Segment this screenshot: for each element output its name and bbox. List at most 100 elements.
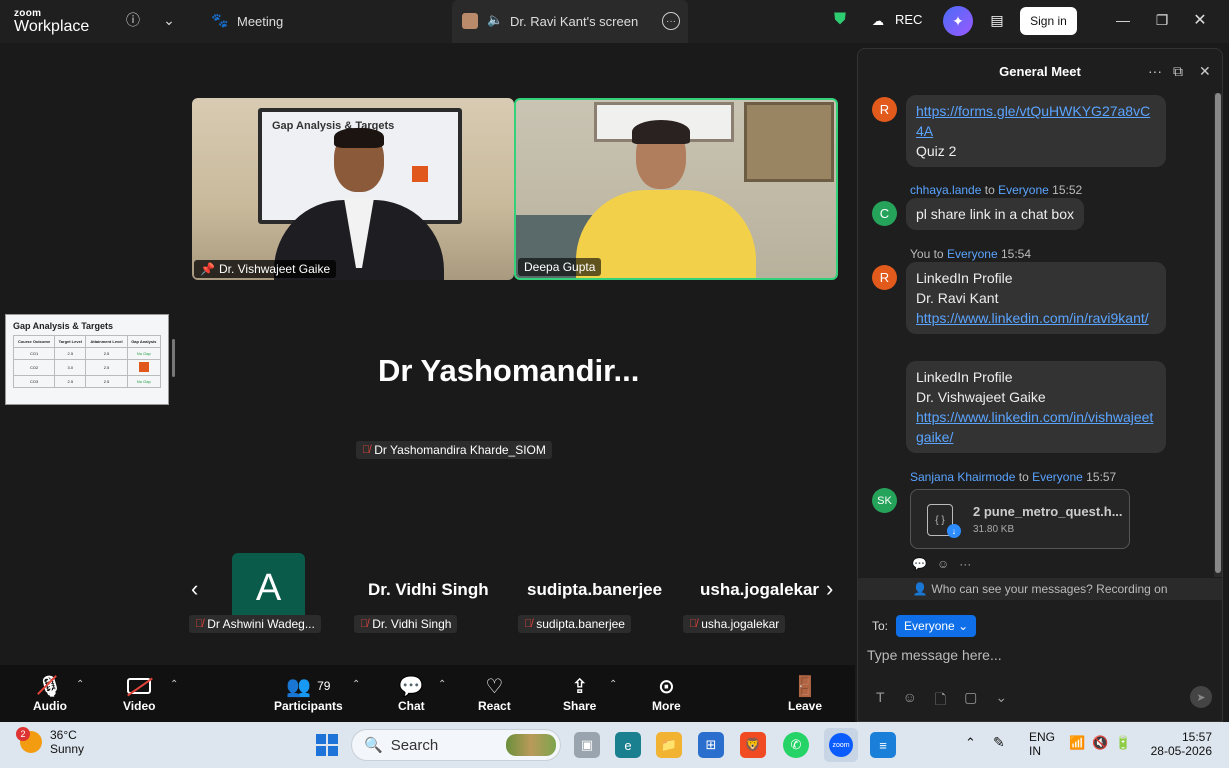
strip-prev-arrow[interactable]: ‹ <box>191 576 198 602</box>
layout-icon[interactable]: ▤ <box>986 9 1008 31</box>
download-icon[interactable]: ↓ <box>947 524 961 538</box>
screenshot-icon[interactable]: ▢ <box>964 689 977 713</box>
pop-out-icon[interactable]: ⧉ <box>1173 63 1183 80</box>
weather-widget[interactable]: 2 36°C Sunny <box>16 727 84 756</box>
chevron-down-icon[interactable]: ⌄ <box>158 9 180 31</box>
participants-caret-icon[interactable]: ⌃ <box>352 679 360 690</box>
meeting-label[interactable]: Meeting <box>237 14 283 29</box>
more-button[interactable]: ⊙ More <box>652 673 681 714</box>
whatsapp-icon[interactable]: ✆ <box>783 732 809 758</box>
show-hidden-icons[interactable]: ⌃ <box>965 736 976 750</box>
send-button[interactable]: ➤ <box>1190 686 1212 708</box>
mic-off-icon: 🎙̸ <box>362 444 371 456</box>
add-reaction-icon[interactable]: ☺ <box>937 557 949 571</box>
ai-companion-icon[interactable]: ✦ <box>943 6 973 36</box>
shared-screen-tab[interactable]: 🔈 Dr. Ravi Kant's screen ··· <box>452 0 688 43</box>
chat-icon: 💬 <box>398 675 424 698</box>
leave-door-icon: 🚪 <box>792 675 818 698</box>
rec-label[interactable]: REC <box>895 12 922 27</box>
message-actions: 💬 ☺ ··· <box>912 557 971 571</box>
language-indicator[interactable]: ENG IN <box>1029 730 1055 758</box>
file-explorer-icon[interactable]: 📁 <box>656 732 682 758</box>
text-format-icon[interactable]: T <box>876 689 885 713</box>
volume-muted-icon[interactable]: 🔇 <box>1092 736 1108 750</box>
strip-next-arrow[interactable]: › <box>826 576 833 602</box>
more-format-icon[interactable]: ⌄ <box>995 689 1007 713</box>
chat-caret-icon[interactable]: ⌃ <box>438 679 446 690</box>
battery-icon[interactable]: 🔋 <box>1115 736 1131 750</box>
more-options-icon[interactable]: ··· <box>662 12 680 30</box>
participants-button[interactable]: 👥 79 Participants <box>274 673 343 714</box>
pen-icon[interactable]: ✎ <box>993 735 1005 749</box>
brave-icon[interactable]: 🦁 <box>740 732 766 758</box>
notepad-icon[interactable]: ≡ <box>870 732 896 758</box>
audio-button[interactable]: 🎙 Audio <box>33 673 67 713</box>
chat-scrollbar[interactable] <box>1214 93 1222 577</box>
people-icon: 👤 <box>912 582 928 596</box>
chat-bubble: LinkedIn Profile Dr. Ravi Kant https://w… <box>906 262 1166 334</box>
message-input[interactable] <box>867 643 1207 667</box>
chat-bubble: pl share link in a chat box <box>906 198 1084 230</box>
windows-taskbar: 2 36°C Sunny 🔍 Search ▣ e 📁 ⊞ 🦁 ✆ zoom ≡… <box>0 722 1229 768</box>
taskbar-search[interactable]: 🔍 Search <box>351 729 561 761</box>
strip-tag-sudipta: 🎙̸ sudipta.banerjee <box>518 615 631 633</box>
close-icon[interactable]: ✕ <box>1189 9 1211 31</box>
mic-muted-icon: 🎙 <box>37 674 63 698</box>
resize-handle[interactable] <box>172 339 175 377</box>
zoom-window: zoom Workplace ⓘ ⌄ 🐾 Meeting 🔈 Dr. Ravi … <box>0 0 1229 768</box>
react-button[interactable]: ♡ React <box>478 673 511 714</box>
emoji-icon[interactable]: ☺ <box>903 689 917 713</box>
recipient-row: To: Everyone ⌄ <box>872 615 977 637</box>
task-view-icon[interactable]: ▣ <box>574 732 600 758</box>
avatar-tile-ashwini[interactable]: A <box>232 553 305 623</box>
cork-board <box>744 102 834 182</box>
zoom-taskbar-icon[interactable]: zoom <box>824 728 858 762</box>
wifi-icon[interactable]: 📶 <box>1069 736 1085 750</box>
strip-name-sudipta[interactable]: sudipta.banerjee <box>527 580 662 600</box>
strip-tag-usha: 🎙̸ usha.jogalekar <box>683 615 786 633</box>
more-icon: ⊙ <box>657 675 675 698</box>
avatar: R <box>872 97 897 122</box>
info-icon[interactable]: ⓘ <box>122 9 144 31</box>
sign-in-button[interactable]: Sign in <box>1020 7 1077 35</box>
restore-icon[interactable]: ❐ <box>1151 9 1173 31</box>
avatar: SK <box>872 488 897 513</box>
visibility-notice[interactable]: 👤 Who can see your messages? Recording o… <box>858 578 1222 600</box>
reply-icon[interactable]: 💬 <box>912 557 927 571</box>
gap-table: Course Outcome Target Level Attainment L… <box>12 335 162 388</box>
file-icon[interactable]: 🗋 <box>935 689 946 713</box>
windows-start-icon[interactable] <box>316 734 338 756</box>
more-actions-icon[interactable]: ··· <box>959 557 971 571</box>
sun-icon: 2 <box>16 727 42 753</box>
video-tile-deepa[interactable]: Deepa Gupta <box>514 98 838 280</box>
edge-icon[interactable]: e <box>615 732 641 758</box>
mic-off-icon: 🎙̸ <box>524 618 533 630</box>
strip-name-vidhi[interactable]: Dr. Vidhi Singh <box>368 580 489 600</box>
clock[interactable]: 15:57 28-05-2026 <box>1150 730 1212 758</box>
video-button[interactable]: Video <box>123 673 155 713</box>
close-chat-icon[interactable]: ✕ <box>1199 63 1211 80</box>
share-button[interactable]: ⇪ Share <box>563 673 596 714</box>
video-tile-vishwajeet[interactable]: Gap Analysis & Targets 📌 Dr. Vishwajeet … <box>192 98 514 280</box>
share-caret-icon[interactable]: ⌃ <box>609 679 617 690</box>
leave-button[interactable]: 🚪 Leave <box>788 673 822 714</box>
video-caret-icon[interactable]: ⌃ <box>170 679 178 690</box>
participants-icon: 👥 <box>286 675 312 698</box>
gap-marker <box>138 362 149 372</box>
strip-name-usha[interactable]: usha.jogalekar <box>700 580 819 600</box>
microsoft-store-icon[interactable]: ⊞ <box>698 732 724 758</box>
minimize-icon[interactable]: — <box>1112 9 1134 31</box>
chevron-down-icon: ⌄ <box>958 619 969 633</box>
audio-caret-icon[interactable]: ⌃ <box>76 679 84 690</box>
file-attachment[interactable]: { } ↓ 2 pune_metro_quest.h... 31.80 KB <box>910 489 1130 549</box>
chat-link[interactable]: https://forms.gle/vtQuHWKYG27a8vC4A <box>916 103 1150 139</box>
chat-link[interactable]: https://www.linkedin.com/in/ravi9kant/ <box>916 310 1149 326</box>
shared-screen-thumbnail[interactable]: Gap Analysis & Targets Course Outcome Ta… <box>5 314 169 405</box>
participant-name-tag: Deepa Gupta <box>518 258 602 276</box>
chat-link[interactable]: https://www.linkedin.com/in/vishwajeetga… <box>916 409 1153 445</box>
shield-icon[interactable]: ⛊ <box>829 9 851 31</box>
message-meta: chhaya.lande to Everyone 15:52 <box>910 183 1083 197</box>
chat-button[interactable]: 💬 Chat <box>398 673 425 714</box>
recipient-dropdown[interactable]: Everyone ⌄ <box>896 615 977 637</box>
more-options-icon[interactable]: ··· <box>1148 63 1162 79</box>
